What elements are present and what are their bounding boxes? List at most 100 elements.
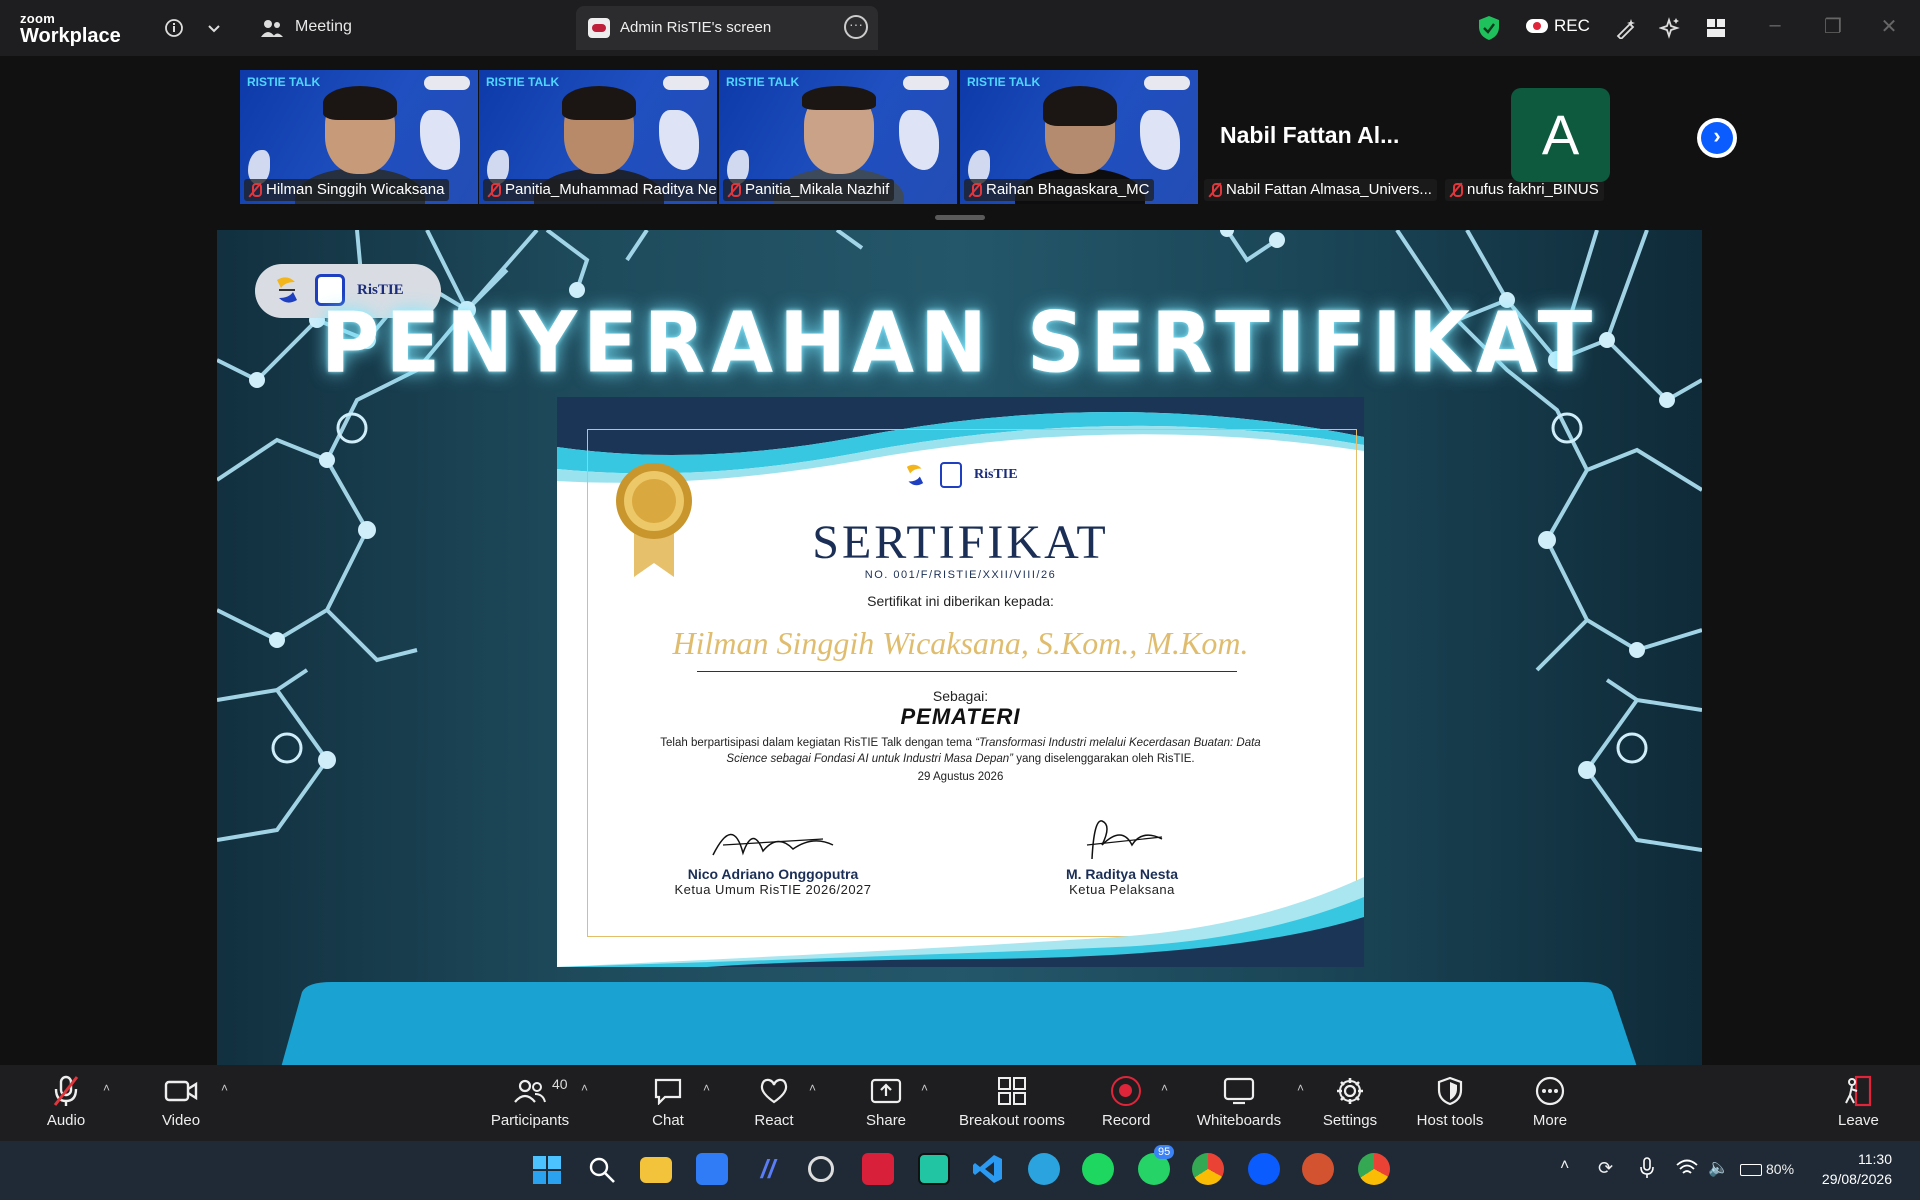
pycharm-icon[interactable] [918,1153,950,1185]
host-shield-icon [1437,1076,1463,1106]
participant-name: Panitia_Mikala Nazhif [745,181,890,198]
mic-muted-icon [727,182,741,198]
participant-tile-no-video[interactable]: Nabil Fattan Al... Nabil Fattan Almasa_U… [1200,70,1440,204]
settings-label: Settings [1322,1112,1378,1129]
annotate-icon[interactable] [1612,14,1640,42]
vscode-icon[interactable] [972,1153,1004,1185]
share-button[interactable]: Share ˄ [866,1075,928,1129]
record-label: Record [1102,1112,1151,1129]
ristie-mini-logo [424,76,470,90]
logo-line1: zoom [20,11,56,26]
spotify-icon[interactable] [1082,1153,1114,1185]
zoom-workplace-logo: zoom Workplace [20,12,121,46]
powerpoint-icon[interactable] [1302,1153,1334,1185]
minimize-icon[interactable]: – [1760,14,1790,42]
participants-options-caret[interactable]: ˄ [581,1081,588,1095]
participant-tile[interactable]: RISTIE TALK Hilman Singgih Wicaksana [240,70,478,204]
chrome-profile-icon[interactable] [1358,1153,1390,1185]
audio-button[interactable]: Audio ˄ [44,1075,110,1129]
whiteboard-icon [1223,1077,1255,1105]
record-options-caret[interactable]: ˄ [1161,1081,1168,1095]
tray-overflow-chevron-icon[interactable]: ˄ [1560,1157,1569,1200]
participant-tile[interactable]: RISTIE TALK Panitia_Mikala Nazhif [719,70,957,204]
apps-grid-icon[interactable] [1702,14,1730,42]
recording-indicator[interactable]: REC [1526,16,1590,36]
gear-icon [1337,1078,1363,1104]
record-icon [1111,1076,1141,1106]
file-explorer-icon[interactable] [640,1157,672,1183]
zoom-taskbar-icon[interactable] [1248,1153,1280,1185]
battery-indicator[interactable]: 80% [1740,1161,1794,1200]
chat-label: Chat [652,1112,684,1129]
system-clock[interactable]: 11:30 29/08/2026 [1822,1149,1892,1189]
react-label: React [754,1112,794,1129]
breakout-rooms-button[interactable]: Breakout rooms [956,1075,1068,1129]
meeting-tab-label[interactable]: Meeting [295,18,352,36]
zoom-meeting-window: zoom Workplace Meeting Admin RisTIE's sc… [0,0,1920,1200]
strip-resize-handle[interactable] [935,215,985,220]
cloud-record-icon [1526,19,1548,33]
notes-app-icon[interactable]: // [752,1153,784,1185]
leave-door-icon [1845,1075,1872,1107]
restore-icon[interactable]: ❐ [1818,14,1848,42]
close-icon[interactable]: ✕ [1874,14,1904,42]
meeting-info-icon[interactable] [160,14,188,42]
whiteboards-button[interactable]: Whiteboards ˄ [1194,1075,1304,1129]
clock-time: 11:30 [1858,1151,1892,1167]
description-text: Telah berpartisipasi dalam kegiatan RisT… [660,737,976,749]
campus-emblem-icon [940,462,962,488]
video-button[interactable]: Video ˄ [158,1075,228,1129]
certificate-heading: SERTIFIKAT [812,516,1109,569]
ristie-talk-brand: RISTIE TALK [726,75,800,89]
chat-bubble-icon [654,1078,682,1105]
telegram-icon[interactable] [1028,1153,1060,1185]
leave-button[interactable]: Leave [1838,1075,1879,1129]
more-options-icon[interactable]: ··· [844,15,868,39]
whiteboards-label: Whiteboards [1196,1112,1282,1129]
participants-button[interactable]: Participants 40 ˄ [488,1075,588,1129]
game-app-icon[interactable] [862,1153,894,1185]
participant-tile-active-speaker[interactable]: RISTIE TALK Panitia_Muhammad Raditya Ne.… [479,70,717,204]
shared-screen-tab[interactable]: Admin RisTIE's screen ··· [576,6,878,50]
app-launcher-icon[interactable] [696,1153,728,1185]
ai-companion-icon[interactable] [1656,14,1684,42]
microphone-icon[interactable] [1640,1157,1654,1200]
whiteboards-options-caret[interactable]: ˄ [1297,1081,1304,1095]
react-options-caret[interactable]: ˄ [809,1081,816,1095]
chat-options-caret[interactable]: ˄ [703,1081,710,1095]
chat-button[interactable]: Chat ˄ [648,1075,710,1129]
recipient-underline [697,671,1237,672]
podium-shape [281,982,1637,1065]
whatsapp-icon[interactable]: 95 [1138,1145,1175,1185]
participant-name-tag: Hilman Singgih Wicaksana [244,179,450,201]
steam-icon[interactable] [808,1156,834,1182]
chrome-icon[interactable] [1192,1153,1224,1185]
certificate-bottom-wave [557,877,1364,967]
given-to-label: Sertifikat ini diberikan kepada: [867,593,1054,609]
mic-muted-icon [1208,182,1222,198]
chevron-down-icon[interactable] [200,14,228,42]
as-label: Sebagai: [932,688,989,704]
rec-label: REC [1554,16,1590,35]
windows-start-icon[interactable] [532,1155,562,1185]
settings-button[interactable]: Settings [1320,1075,1380,1129]
participant-name-tag: Panitia_Mikala Nazhif [723,179,895,201]
sync-icon[interactable]: ⟳ [1598,1158,1613,1200]
record-button[interactable]: Record ˄ [1102,1075,1168,1129]
recipient-name: Hilman Singgih Wicaksana, S.Kom., M.Kom. [672,625,1249,661]
ristie-mini-logo [1144,76,1190,90]
volume-icon[interactable]: 🔈 [1708,1158,1729,1200]
search-icon[interactable] [588,1156,616,1184]
audio-options-caret[interactable]: ˄ [103,1081,110,1095]
share-options-caret[interactable]: ˄ [921,1081,928,1095]
more-button[interactable]: More [1530,1075,1570,1129]
slide-title: PENYERAHAN SERTIFIKAT [320,293,1599,392]
participant-tile[interactable]: RISTIE TALK Raihan Bhagaskara_MC [960,70,1198,204]
more-label: More [1532,1112,1568,1129]
security-shield-icon[interactable] [1478,15,1500,41]
next-page-button[interactable]: › [1697,118,1737,158]
host-tools-button[interactable]: Host tools [1412,1075,1488,1129]
react-button[interactable]: React ˄ [754,1075,816,1129]
wifi-icon[interactable] [1676,1159,1698,1200]
video-options-caret[interactable]: ˄ [221,1081,228,1095]
